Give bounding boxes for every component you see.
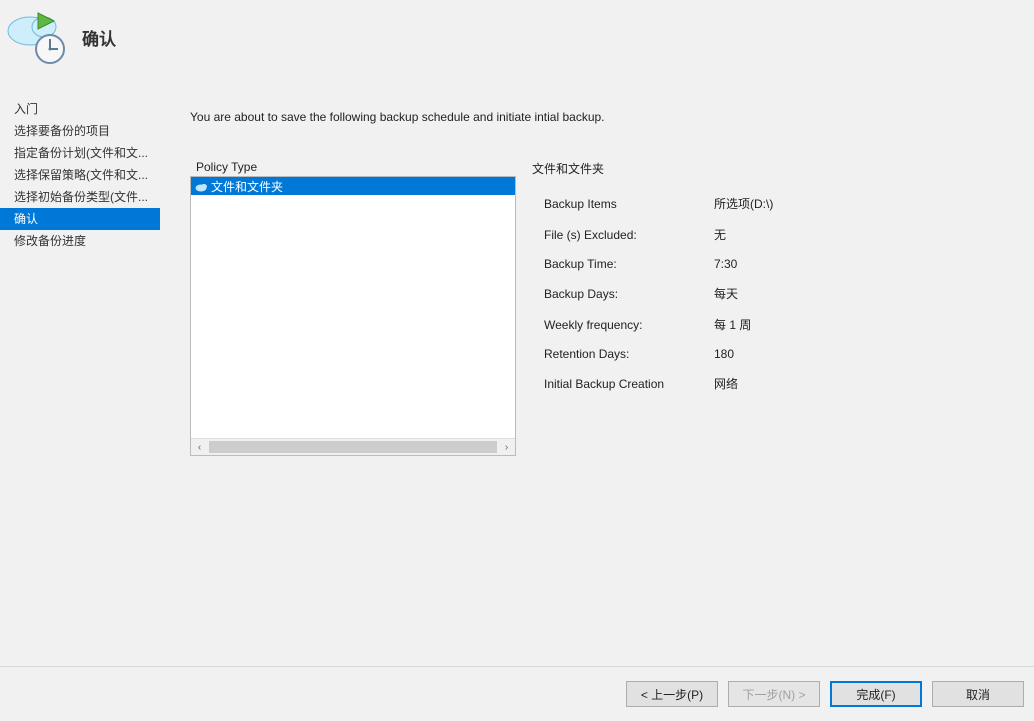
detail-row-weekly-freq: Weekly frequency: 每 1 周 <box>532 316 994 333</box>
detail-label: File (s) Excluded: <box>544 228 714 242</box>
policy-type-list[interactable]: 文件和文件夹 ‹ › <box>190 176 516 456</box>
policy-type-header: Policy Type <box>190 160 516 176</box>
details-title: 文件和文件夹 <box>532 160 994 177</box>
sidebar-item-initial-type[interactable]: 选择初始备份类型(文件... <box>14 186 160 208</box>
sidebar-item-confirm[interactable]: 确认 <box>0 208 160 230</box>
wizard-steps-sidebar: 入门 选择要备份的项目 指定备份计划(文件和文... 选择保留策略(文件和文..… <box>0 80 160 660</box>
sidebar-item-schedule[interactable]: 指定备份计划(文件和文... <box>14 142 160 164</box>
detail-label: Backup Items <box>544 197 714 211</box>
cancel-button[interactable]: 取消 <box>932 681 1024 707</box>
detail-value: 网络 <box>714 375 994 392</box>
backup-cloud-clock-icon <box>4 9 70 65</box>
detail-row-initial-creation: Initial Backup Creation 网络 <box>532 375 994 392</box>
sidebar-item-intro[interactable]: 入门 <box>14 98 160 120</box>
sidebar-item-retention[interactable]: 选择保留策略(文件和文... <box>14 164 160 186</box>
detail-label: Retention Days: <box>544 347 714 361</box>
sidebar-item-select-items[interactable]: 选择要备份的项目 <box>14 120 160 142</box>
scroll-right-icon[interactable]: › <box>498 439 515 456</box>
detail-row-backup-days: Backup Days: 每天 <box>532 285 994 302</box>
detail-value: 所选项(D:\) <box>714 195 994 212</box>
scroll-left-icon[interactable]: ‹ <box>191 439 208 456</box>
detail-value: 180 <box>714 347 994 361</box>
back-button[interactable]: < 上一步(P) <box>626 681 718 707</box>
page-title: 确认 <box>82 25 116 50</box>
detail-value: 7:30 <box>714 257 994 271</box>
wizard-buttons: < 上一步(P) 下一步(N) > 完成(F) 取消 <box>626 681 1024 707</box>
policy-row-label: 文件和文件夹 <box>211 178 283 195</box>
detail-label: Backup Time: <box>544 257 714 271</box>
detail-row-retention: Retention Days: 180 <box>532 347 994 361</box>
detail-row-backup-time: Backup Time: 7:30 <box>532 257 994 271</box>
sidebar-item-progress[interactable]: 修改备份进度 <box>14 230 160 252</box>
detail-value: 每天 <box>714 285 994 302</box>
wizard-header: 确认 <box>0 0 1034 80</box>
next-button: 下一步(N) > <box>728 681 820 707</box>
detail-row-excluded: File (s) Excluded: 无 <box>532 226 994 243</box>
detail-row-backup-items: Backup Items 所选项(D:\) <box>532 195 994 212</box>
detail-label: Backup Days: <box>544 287 714 301</box>
detail-label: Initial Backup Creation <box>544 377 714 391</box>
policy-type-panel: Policy Type 文件和文件夹 ‹ <box>190 160 516 456</box>
main-panel: You are about to save the following back… <box>160 80 1034 660</box>
detail-value: 无 <box>714 226 994 243</box>
detail-value: 每 1 周 <box>714 316 994 333</box>
policy-row-files-folders[interactable]: 文件和文件夹 <box>191 177 515 195</box>
cloud-icon <box>195 181 209 191</box>
button-separator <box>0 666 1034 667</box>
detail-label: Weekly frequency: <box>544 318 714 332</box>
intro-text: You are about to save the following back… <box>190 110 994 124</box>
finish-button[interactable]: 完成(F) <box>830 681 922 707</box>
scroll-thumb[interactable] <box>209 441 497 453</box>
backup-details-panel: 文件和文件夹 Backup Items 所选项(D:\) File (s) Ex… <box>532 160 994 456</box>
horizontal-scrollbar[interactable]: ‹ › <box>191 438 515 455</box>
